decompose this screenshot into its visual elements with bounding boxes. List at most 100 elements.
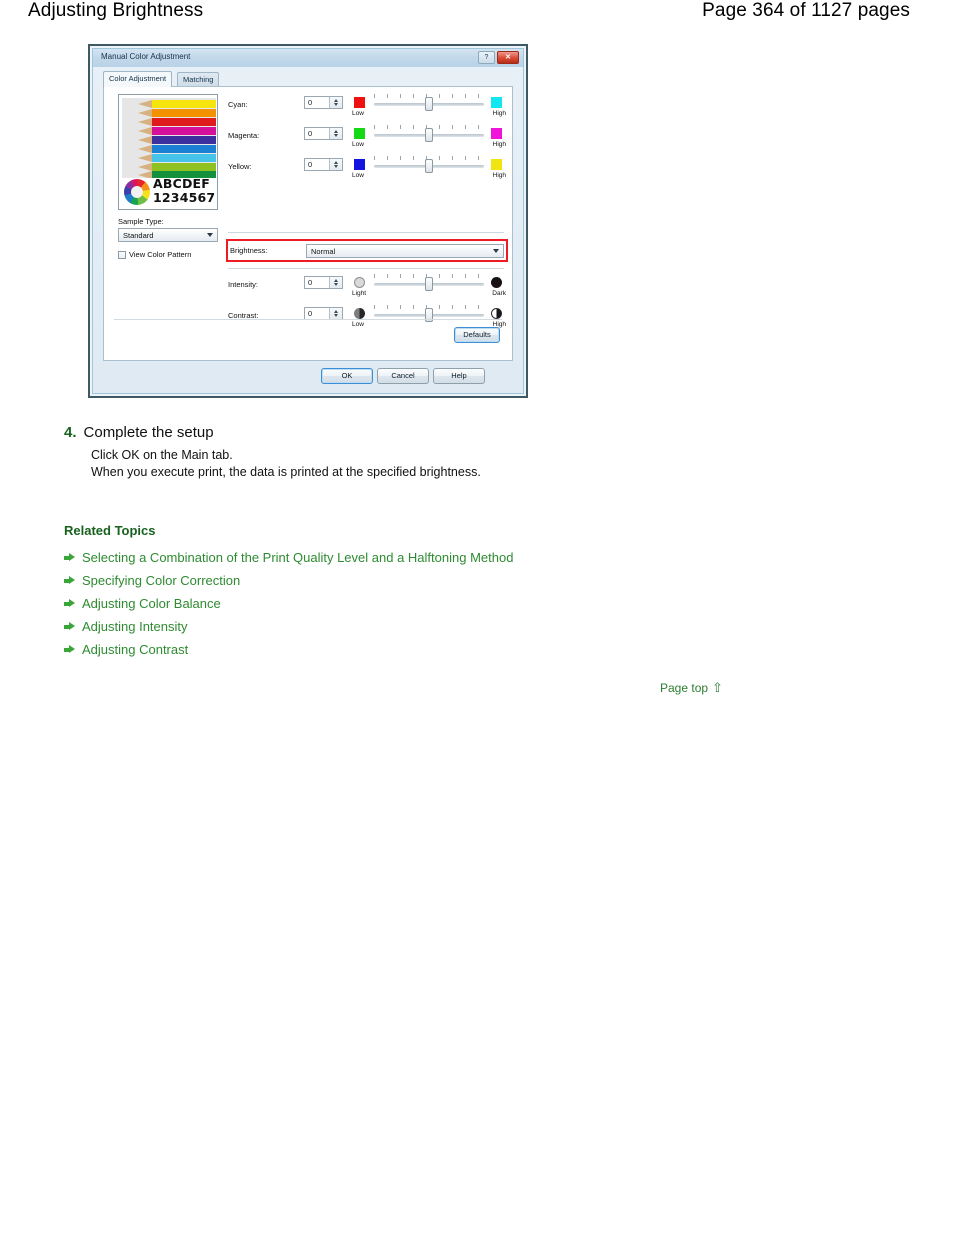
related-topic-link[interactable]: Adjusting Intensity [82, 619, 188, 634]
arrow-right-icon [64, 622, 76, 631]
intensity-spinner-arrows[interactable] [329, 277, 342, 288]
close-icon[interactable]: ✕ [497, 51, 519, 64]
magenta-high-label: High [492, 141, 506, 148]
yellow-low-swatch-icon [354, 159, 365, 170]
related-topic-link[interactable]: Specifying Color Correction [82, 573, 240, 588]
manual-color-adjustment-dialog: Manual Color Adjustment ? ✕ Color Adjust… [88, 44, 528, 398]
sample-type-combo[interactable]: Standard [118, 228, 218, 242]
magenta-row: Magenta: 0 Low High [228, 124, 506, 154]
yellow-spinner[interactable]: 0 [304, 158, 343, 171]
cyan-row: Cyan: 0 Low High [228, 93, 506, 123]
cyan-high-swatch-icon [491, 97, 502, 108]
yellow-low-label: Low [352, 172, 364, 179]
cyan-slider[interactable] [374, 93, 484, 113]
magenta-slider[interactable] [374, 124, 484, 144]
chevron-down-icon [207, 233, 213, 237]
half-circle-icon [354, 308, 365, 319]
step-body-line2: When you execute print, the data is prin… [91, 465, 481, 479]
sample-text-line2: 1234567 [153, 190, 216, 205]
list-item[interactable]: Selecting a Combination of the Print Qua… [64, 546, 764, 569]
ok-button[interactable]: OK [321, 368, 373, 384]
magenta-label: Magenta: [228, 131, 260, 140]
intensity-spinner[interactable]: 0 [304, 276, 343, 289]
cyan-low-label: Low [352, 110, 364, 117]
related-topics-list: Selecting a Combination of the Print Qua… [64, 546, 764, 661]
color-wheel-icon [124, 179, 150, 205]
view-color-pattern-checkbox[interactable]: View Color Pattern [118, 250, 191, 259]
sample-text-line1: ABCDEF [153, 176, 211, 191]
contrast-value: 0 [308, 309, 313, 318]
sample-type-value: Standard [123, 231, 154, 240]
dialog-tabstrip: Color Adjustment Matching [103, 71, 513, 87]
related-topic-link[interactable]: Adjusting Color Balance [82, 596, 221, 611]
dark-circle-icon [491, 277, 502, 288]
page-top-label: Page top [660, 681, 709, 695]
step-body: Click OK on the Main tab. When you execu… [91, 447, 764, 481]
cyan-spinner-arrows[interactable] [329, 97, 342, 108]
brightness-value: Normal [311, 247, 336, 256]
step-title: Complete the setup [83, 424, 214, 441]
cyan-low-swatch-icon [354, 97, 365, 108]
sample-type-label: Sample Type: [118, 217, 164, 226]
dialog-titlebar: Manual Color Adjustment ? ✕ [93, 49, 523, 67]
arrow-right-icon [64, 599, 76, 608]
page-top-link[interactable]: Page top ⇧ [660, 681, 723, 695]
preview-sample: ABCDEF 1234567 [122, 177, 216, 207]
dialog-inner-frame: Manual Color Adjustment ? ✕ Color Adjust… [92, 48, 524, 394]
intensity-slider-thumb[interactable] [425, 277, 433, 291]
list-item[interactable]: Adjusting Color Balance [64, 592, 764, 615]
sample-text: ABCDEF 1234567 [153, 177, 215, 205]
magenta-spinner[interactable]: 0 [304, 127, 343, 140]
intensity-high-label: Dark [492, 290, 506, 297]
list-item[interactable]: Adjusting Contrast [64, 638, 764, 661]
separator-below-brightness [228, 268, 504, 269]
cyan-slider-thumb[interactable] [425, 97, 433, 111]
pencils-image [122, 98, 216, 178]
related-topic-link[interactable]: Selecting a Combination of the Print Qua… [82, 550, 513, 565]
contrast-slider[interactable] [374, 304, 484, 324]
titlebar-button-group: ? ✕ [478, 51, 519, 64]
magenta-value: 0 [308, 129, 313, 138]
page-title: Adjusting Brightness [28, 0, 204, 21]
step-number: 4. [64, 424, 77, 441]
magenta-slider-thumb[interactable] [425, 128, 433, 142]
yellow-slider-thumb[interactable] [425, 159, 433, 173]
arrow-up-icon: ⇧ [712, 680, 723, 695]
help-icon[interactable]: ? [478, 51, 495, 64]
color-adjustment-pane: ABCDEF 1234567 Sample Type: Standard Vie… [103, 86, 513, 361]
tab-color-adjustment[interactable]: Color Adjustment [103, 71, 173, 87]
brightness-combo[interactable]: Normal [306, 244, 504, 258]
list-item[interactable]: Specifying Color Correction [64, 569, 764, 592]
yellow-high-swatch-icon [491, 159, 502, 170]
brightness-row: Brightness: Normal [230, 244, 504, 258]
cyan-spinner[interactable]: 0 [304, 96, 343, 109]
tab-matching[interactable]: Matching [177, 72, 220, 86]
cyan-value: 0 [308, 98, 313, 107]
separator-above-defaults [114, 319, 502, 320]
related-topic-link[interactable]: Adjusting Contrast [82, 642, 188, 657]
intensity-slider[interactable] [374, 273, 484, 293]
cancel-button[interactable]: Cancel [377, 368, 429, 384]
help-button[interactable]: Help [433, 368, 485, 384]
defaults-button[interactable]: Defaults [454, 327, 500, 343]
contrast-spinner-arrows[interactable] [329, 308, 342, 319]
list-item[interactable]: Adjusting Intensity [64, 615, 764, 638]
magenta-low-swatch-icon [354, 128, 365, 139]
contrast-low-label: Low [352, 321, 364, 328]
yellow-spinner-arrows[interactable] [329, 159, 342, 170]
checkbox-box-icon [118, 250, 126, 259]
light-circle-icon [354, 277, 365, 288]
yellow-label: Yellow: [228, 162, 252, 171]
yellow-row: Yellow: 0 Low High [228, 155, 506, 185]
chevron-down-icon [493, 249, 499, 253]
cyan-high-label: High [492, 110, 506, 117]
magenta-low-label: Low [352, 141, 364, 148]
magenta-spinner-arrows[interactable] [329, 128, 342, 139]
step-body-line1: Click OK on the Main tab. [91, 448, 233, 462]
step-heading: 4. Complete the setup [64, 424, 764, 441]
intensity-row: Intensity: 0 Light Dark [228, 273, 506, 303]
separator-above-brightness [228, 232, 504, 233]
step-section: 4. Complete the setup Click OK on the Ma… [64, 424, 764, 481]
yellow-slider[interactable] [374, 155, 484, 175]
arrow-right-icon [64, 576, 76, 585]
